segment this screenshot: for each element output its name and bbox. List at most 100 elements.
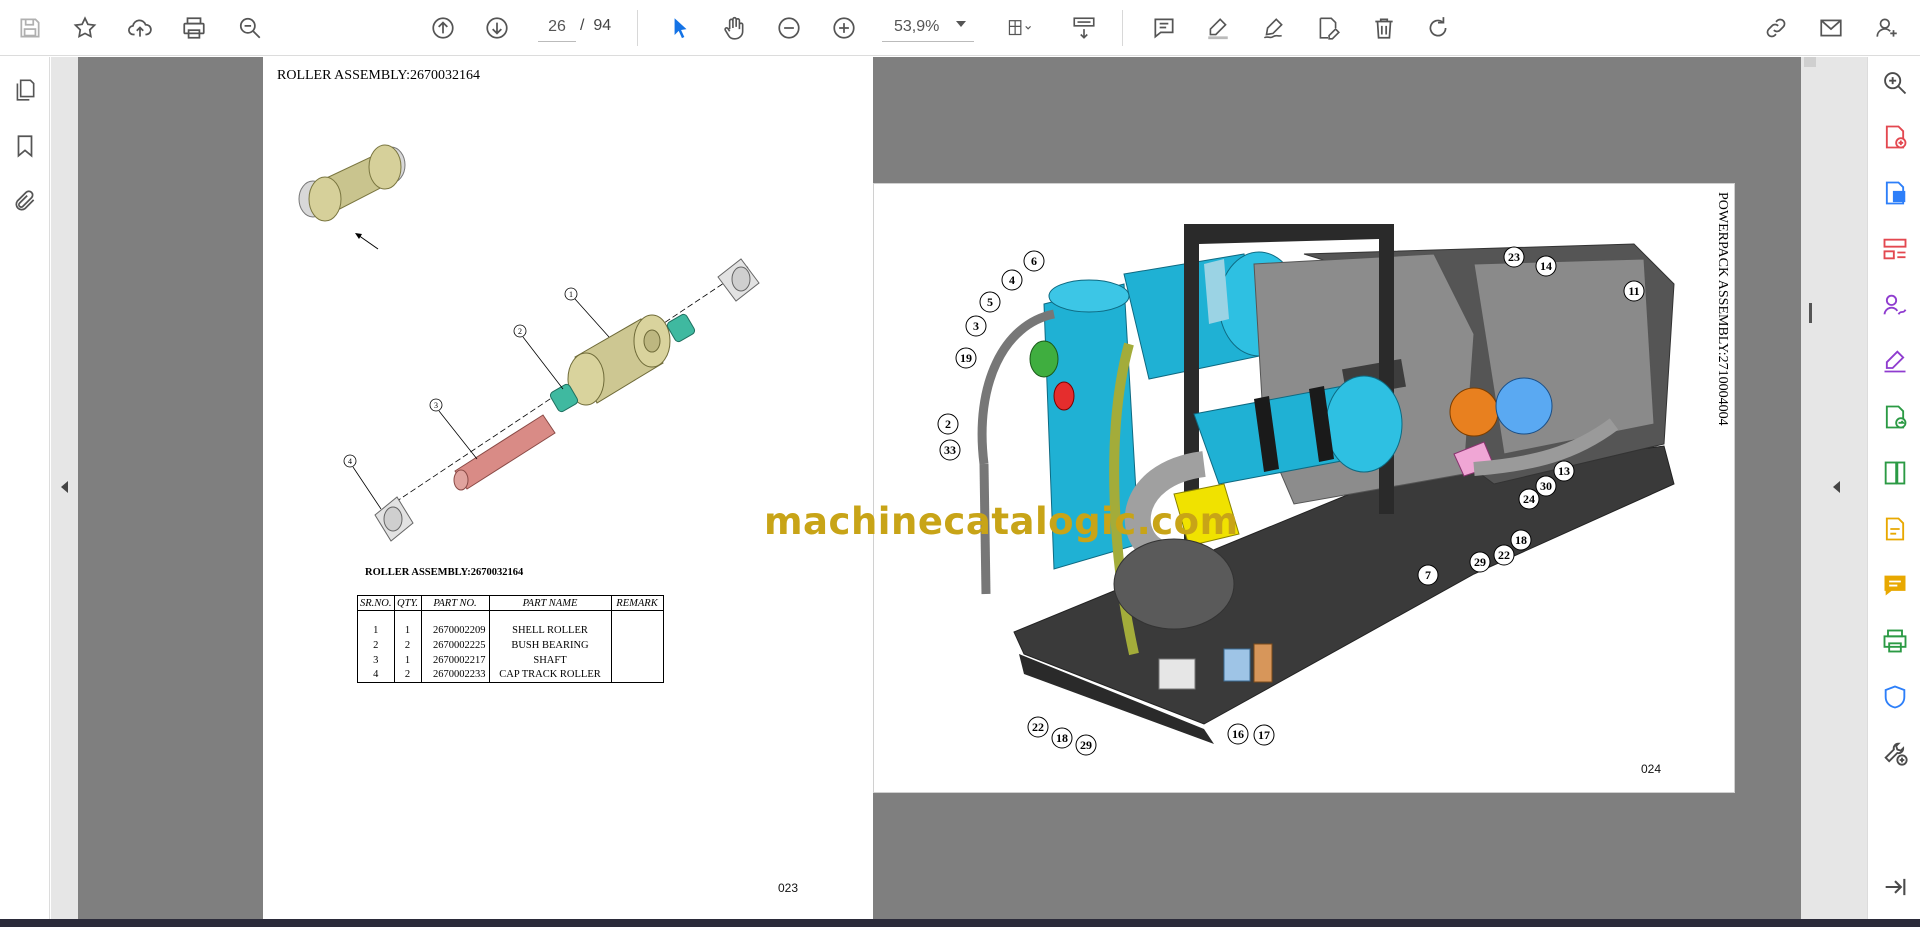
- svg-text:7: 7: [1425, 568, 1431, 582]
- column-header: PART NO.: [420, 595, 490, 611]
- blue-component: [1495, 377, 1553, 435]
- create-pdf-icon[interactable]: [1877, 119, 1913, 155]
- zoom-in-icon[interactable]: [826, 10, 862, 46]
- callout-3: 3: [965, 315, 987, 337]
- callout-19: 19: [955, 347, 977, 369]
- callout-6: 6: [1023, 250, 1045, 272]
- left-pane-toggle[interactable]: [51, 57, 78, 919]
- print-icon[interactable]: [176, 10, 212, 46]
- select-cursor-icon[interactable]: [662, 10, 698, 46]
- zoom-level-select[interactable]: 53,9%: [882, 12, 974, 42]
- zoom-search-icon[interactable]: [232, 10, 268, 46]
- callout-23: 23: [1503, 246, 1525, 268]
- column-header: SR.NO.: [357, 595, 395, 611]
- page-down-icon[interactable]: [479, 10, 515, 46]
- account-icon[interactable]: [1869, 10, 1905, 46]
- table-cell: 4: [357, 667, 395, 683]
- svg-text:3: 3: [973, 319, 979, 333]
- svg-text:23: 23: [1508, 250, 1520, 264]
- svg-text:2: 2: [518, 327, 522, 336]
- collapse-left-icon: [61, 481, 68, 493]
- pdf-page-024: 6 4 5 3 19 2 33 23 14 11 13 30 24 18 22 …: [873, 183, 1735, 793]
- zoom-out-icon[interactable]: [771, 10, 807, 46]
- callout-3: 3: [429, 398, 443, 412]
- edit-pdf-icon[interactable]: [1877, 511, 1913, 547]
- table-cell: 2: [357, 637, 395, 653]
- callout-22: 22: [1493, 544, 1515, 566]
- delete-icon[interactable]: [1366, 10, 1402, 46]
- export-pdf-icon[interactable]: [1877, 175, 1913, 211]
- callout-29: 29: [1469, 551, 1491, 573]
- callout-1: 1: [564, 287, 578, 301]
- scroll-mode-icon[interactable]: [1066, 10, 1102, 46]
- chevron-down-icon: [956, 21, 966, 27]
- vertical-scrollbar[interactable]: [1801, 57, 1819, 919]
- fill-sign-icon[interactable]: [1877, 343, 1913, 379]
- table-cell: 2670002233: [420, 667, 490, 683]
- hand-icon[interactable]: [716, 10, 752, 46]
- parts-table: SR.NO. QTY. PART NO. PART NAME REMARK 1 …: [357, 595, 664, 683]
- share-link-icon[interactable]: [1758, 10, 1794, 46]
- pdf-reader-window: / 94 53,9%: [0, 0, 1920, 927]
- protect-icon[interactable]: [1877, 679, 1913, 715]
- green-component: [1029, 340, 1059, 378]
- callout-14: 14: [1535, 255, 1557, 277]
- right-tools-pane: [1867, 57, 1920, 919]
- table-cell: SHELL ROLLER: [488, 622, 612, 638]
- callout-33: 33: [939, 439, 961, 461]
- svg-text:14: 14: [1540, 259, 1552, 273]
- document-viewport[interactable]: ROLLER ASSEMBLY:2670032164 1 2 3 4 ROLLE…: [51, 57, 1867, 919]
- cloud-upload-icon[interactable]: [122, 10, 158, 46]
- compress-icon[interactable]: [1877, 455, 1913, 491]
- comment-tool-icon[interactable]: [1877, 567, 1913, 603]
- comment-icon[interactable]: [1146, 10, 1182, 46]
- powerpack-assembly-diagram: 6 4 5 3 19 2 33 23 14 11 13 30 24 18 22 …: [937, 224, 1675, 756]
- table-row: 2 2 2670002225 BUSH BEARING: [357, 637, 664, 653]
- page-up-icon[interactable]: [425, 10, 461, 46]
- table-cell: [610, 622, 664, 638]
- svg-text:24: 24: [1523, 492, 1535, 506]
- svg-text:16: 16: [1232, 727, 1244, 741]
- orange-component: [1449, 387, 1499, 437]
- svg-text:13: 13: [1558, 464, 1570, 478]
- more-tools-icon[interactable]: [1877, 735, 1913, 771]
- organize-pages-icon[interactable]: [1877, 231, 1913, 267]
- scrollbar-grip[interactable]: [1809, 303, 1812, 323]
- highlight-icon[interactable]: [1200, 10, 1236, 46]
- watermark: machinecatalogic.com: [764, 500, 1239, 543]
- table-cell: 1: [393, 622, 422, 638]
- bookmark-icon[interactable]: [7, 128, 43, 164]
- expand-panel-icon[interactable]: [1877, 869, 1913, 905]
- print-production-icon[interactable]: [1877, 623, 1913, 659]
- scrollbar-thumb[interactable]: [1804, 57, 1816, 67]
- table-cell: CAP TRACK ROLLER: [488, 667, 612, 683]
- right-pane-toggle[interactable]: [1819, 57, 1867, 919]
- page-number-input[interactable]: [538, 12, 576, 42]
- zoom-icon[interactable]: [1877, 65, 1913, 101]
- shell-roller-part: [567, 314, 671, 406]
- page-fit-icon[interactable]: [995, 10, 1045, 46]
- taskbar-strip: [0, 919, 1920, 927]
- callout-2: 2: [513, 324, 527, 338]
- save-icon[interactable]: [12, 10, 48, 46]
- table-cell: BUSH BEARING: [488, 637, 612, 653]
- callout-18-lower: 18: [1051, 727, 1073, 749]
- table-cell: [610, 637, 664, 653]
- compressor-element: [1113, 538, 1235, 630]
- page-thumbnails-icon[interactable]: [7, 72, 43, 108]
- table-row: 3 1 2670002217 SHAFT: [357, 652, 664, 668]
- request-signature-icon[interactable]: [1877, 287, 1913, 323]
- edit-text-icon[interactable]: [1310, 10, 1346, 46]
- send-for-review-icon[interactable]: [1877, 399, 1913, 435]
- attachment-icon[interactable]: [7, 183, 43, 219]
- red-component: [1053, 381, 1075, 411]
- zoom-level-value: 53,9%: [894, 17, 940, 35]
- email-icon[interactable]: [1813, 10, 1849, 46]
- callout-4: 4: [343, 454, 357, 468]
- star-icon[interactable]: [67, 10, 103, 46]
- callout-5: 5: [979, 291, 1001, 313]
- table-row: 4 2 2670002233 CAP TRACK ROLLER: [357, 667, 664, 683]
- draw-icon[interactable]: [1255, 10, 1291, 46]
- table-cell: 3: [357, 652, 395, 668]
- rotate-icon[interactable]: [1420, 10, 1456, 46]
